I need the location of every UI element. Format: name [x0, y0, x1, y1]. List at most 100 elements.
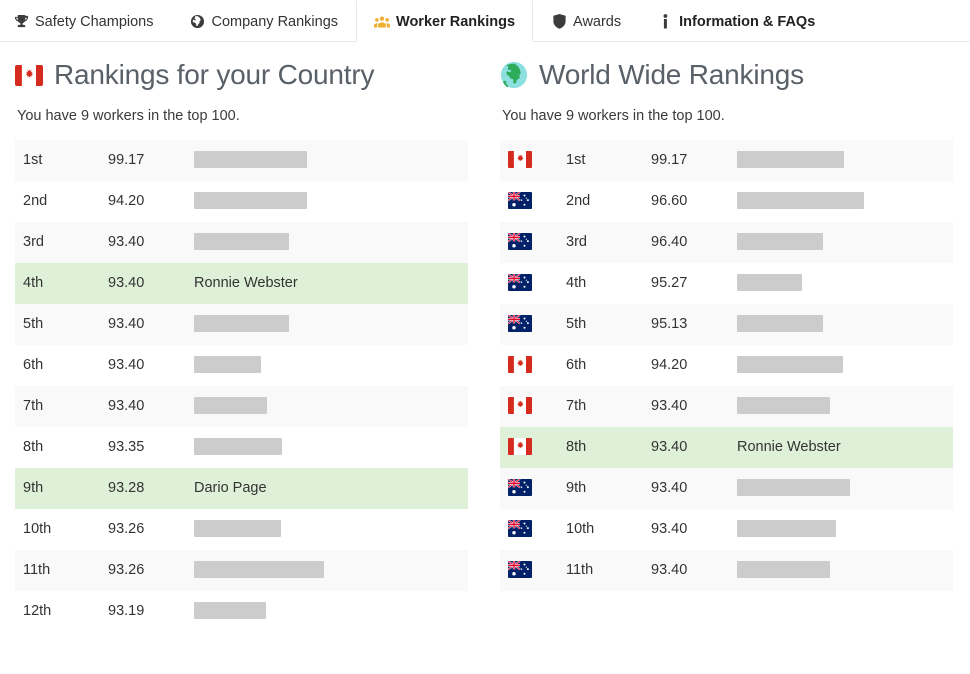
australia-flag-icon [508, 233, 532, 251]
row-redacted-name [729, 345, 953, 386]
world-panel-title: World Wide Rankings [539, 59, 804, 90]
country-panel-subtitle: You have 9 workers in the top 100. [17, 107, 240, 124]
row-country-flag-cell [500, 140, 558, 181]
table-row[interactable]: 9th 93.40 [500, 467, 953, 509]
canada-flag-icon [508, 151, 532, 169]
world-panel-header: World Wide Rankings [500, 59, 953, 91]
row-rank: 5th [23, 315, 44, 332]
row-rank: 8th [23, 438, 44, 455]
row-score: 93.19 [108, 602, 145, 619]
row-score: 93.35 [108, 438, 145, 455]
country-rankings-table: 1st 99.17 2nd 94.20 3rd 93.40 4th 93.40 Ronnie W… [15, 139, 468, 632]
table-row[interactable]: 11th 93.26 [15, 549, 468, 591]
table-row[interactable]: 3rd 93.40 [15, 221, 468, 263]
table-row[interactable]: 8th 93.35 [15, 426, 468, 468]
row-redacted-name [186, 304, 468, 345]
australia-flag-icon [508, 315, 532, 333]
table-row[interactable]: 4th 93.40 Ronnie Webster [15, 262, 468, 304]
row-score: 95.27 [651, 274, 688, 291]
row-score: 96.60 [651, 192, 688, 209]
redaction-bar [737, 479, 850, 497]
row-rank: 1st [566, 151, 586, 168]
table-row[interactable]: 6th 94.20 [500, 344, 953, 386]
row-score: 93.26 [108, 520, 145, 537]
table-row[interactable]: 6th 93.40 [15, 344, 468, 386]
row-worker-name: Dario Page [194, 479, 267, 496]
row-redacted-name [186, 427, 468, 468]
row-redacted-name [729, 386, 953, 427]
redaction-bar [194, 151, 307, 169]
table-row[interactable]: 10th 93.26 [15, 508, 468, 550]
canada-flag-icon [15, 64, 43, 86]
tab-label: Company Rankings [211, 13, 339, 30]
row-score: 93.26 [108, 561, 145, 578]
table-row[interactable]: 11th 93.40 [500, 549, 953, 591]
canada-flag-icon [508, 438, 532, 456]
row-country-flag-cell [500, 509, 558, 550]
table-row[interactable]: 10th 93.40 [500, 508, 953, 550]
table-row[interactable]: 5th 95.13 [500, 303, 953, 345]
row-score: 93.40 [108, 356, 145, 373]
row-rank: 6th [566, 356, 587, 373]
row-redacted-name [186, 386, 468, 427]
tab-information-faqs[interactable]: Information & FAQs [639, 0, 833, 42]
table-row[interactable]: 2nd 96.60 [500, 180, 953, 222]
row-redacted-name [729, 509, 953, 550]
row-rank: 11th [566, 561, 594, 578]
redaction-bar [737, 151, 844, 169]
redaction-bar [737, 520, 836, 538]
row-rank: 9th [23, 479, 44, 496]
australia-flag-icon [508, 192, 532, 210]
row-redacted-name [186, 345, 468, 386]
table-row[interactable]: 8th 93.40 Ronnie Webster [500, 426, 953, 468]
redaction-bar [194, 438, 282, 456]
table-row[interactable]: 7th 93.40 [15, 385, 468, 427]
table-row[interactable]: 4th 95.27 [500, 262, 953, 304]
row-redacted-name [729, 181, 953, 222]
row-redacted-name [186, 181, 468, 222]
row-redacted-name [729, 222, 953, 263]
tab-worker-rankings[interactable]: Worker Rankings [356, 0, 534, 43]
australia-flag-icon [508, 479, 532, 497]
australia-flag-icon [508, 561, 532, 579]
tab-label: Safety Champions [35, 13, 154, 30]
redaction-bar [194, 561, 324, 579]
canada-flag-icon [508, 356, 532, 374]
tab-label: Information & FAQs [679, 13, 816, 30]
row-rank: 11th [23, 561, 51, 578]
users-icon [374, 14, 391, 30]
row-rank: 1st [23, 151, 43, 168]
row-rank: 7th [23, 397, 44, 414]
row-worker-name: Ronnie Webster [737, 438, 841, 455]
world-rankings-table: 1st 99.17 2nd 96.60 3rd 96.40 4th 95.27 5th 95.13… [500, 139, 953, 591]
redaction-bar [737, 274, 802, 292]
table-row[interactable]: 12th 93.19 [15, 590, 468, 632]
redaction-bar [194, 233, 289, 251]
world-rankings-panel: World Wide Rankings You have 9 workers i… [485, 59, 970, 632]
tab-company-rankings[interactable]: Company Rankings [171, 0, 356, 42]
tab-awards[interactable]: Awards [533, 0, 639, 42]
table-row[interactable]: 5th 93.40 [15, 303, 468, 345]
table-row[interactable]: 1st 99.17 [500, 139, 953, 181]
row-rank: 12th [23, 602, 52, 619]
row-score: 99.17 [651, 151, 688, 168]
row-rank: 4th [566, 274, 587, 291]
table-row[interactable]: 7th 93.40 [500, 385, 953, 427]
row-redacted-name [729, 468, 953, 509]
row-redacted-name [729, 550, 953, 591]
tab-safety-champions[interactable]: Safety Champions [0, 0, 171, 42]
table-row[interactable]: 2nd 94.20 [15, 180, 468, 222]
row-rank: 10th [23, 520, 52, 537]
table-row[interactable]: 3rd 96.40 [500, 221, 953, 263]
row-score: 95.13 [651, 315, 688, 332]
redaction-bar [194, 356, 261, 374]
row-score: 93.40 [651, 397, 688, 414]
info-icon [657, 14, 673, 30]
table-row[interactable]: 1st 99.17 [15, 139, 468, 181]
redaction-bar [737, 192, 864, 210]
world-panel-subtitle: You have 9 workers in the top 100. [502, 107, 725, 124]
table-row[interactable]: 9th 93.28 Dario Page [15, 467, 468, 509]
row-redacted-name [729, 263, 953, 304]
shield-icon [551, 14, 567, 30]
row-rank: 6th [23, 356, 44, 373]
